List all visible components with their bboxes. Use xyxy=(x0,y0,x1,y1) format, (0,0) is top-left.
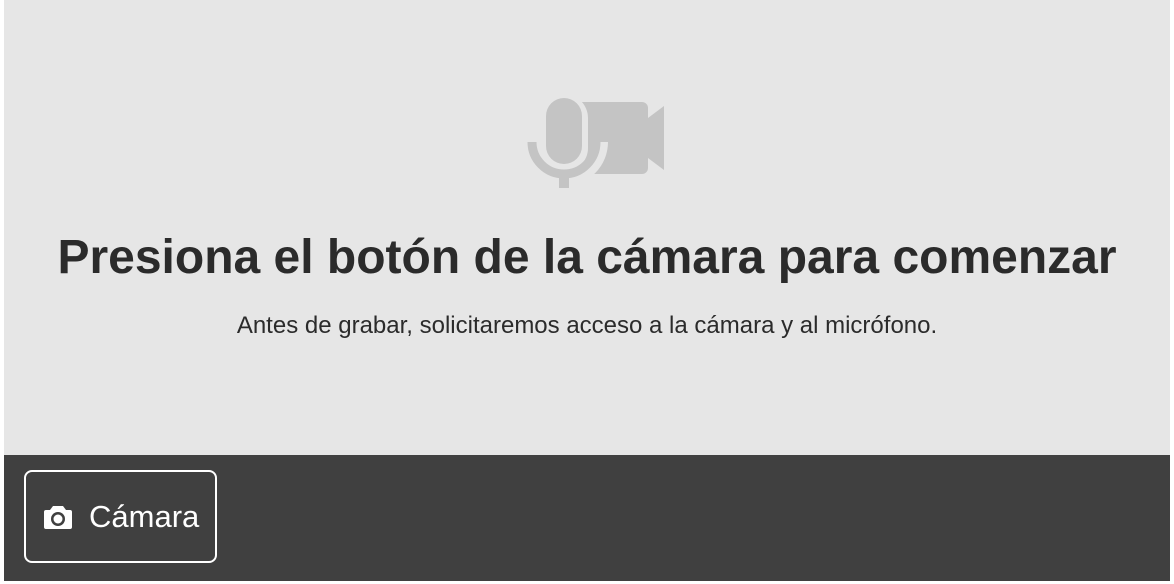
instruction-title: Presiona el botón de la cámara para come… xyxy=(57,231,1117,284)
recorder-panel: Presiona el botón de la cámara para come… xyxy=(4,0,1170,581)
recorder-toolbar: Cámara xyxy=(4,455,1170,581)
preview-area: Presiona el botón de la cámara para come… xyxy=(4,0,1170,455)
permission-note: Antes de grabar, solicitaremos acceso a … xyxy=(236,312,938,339)
mic-video-icon xyxy=(522,94,664,188)
camera-button[interactable]: Cámara xyxy=(24,470,217,563)
camera-icon xyxy=(44,505,72,529)
camera-button-label: Cámara xyxy=(89,498,200,534)
